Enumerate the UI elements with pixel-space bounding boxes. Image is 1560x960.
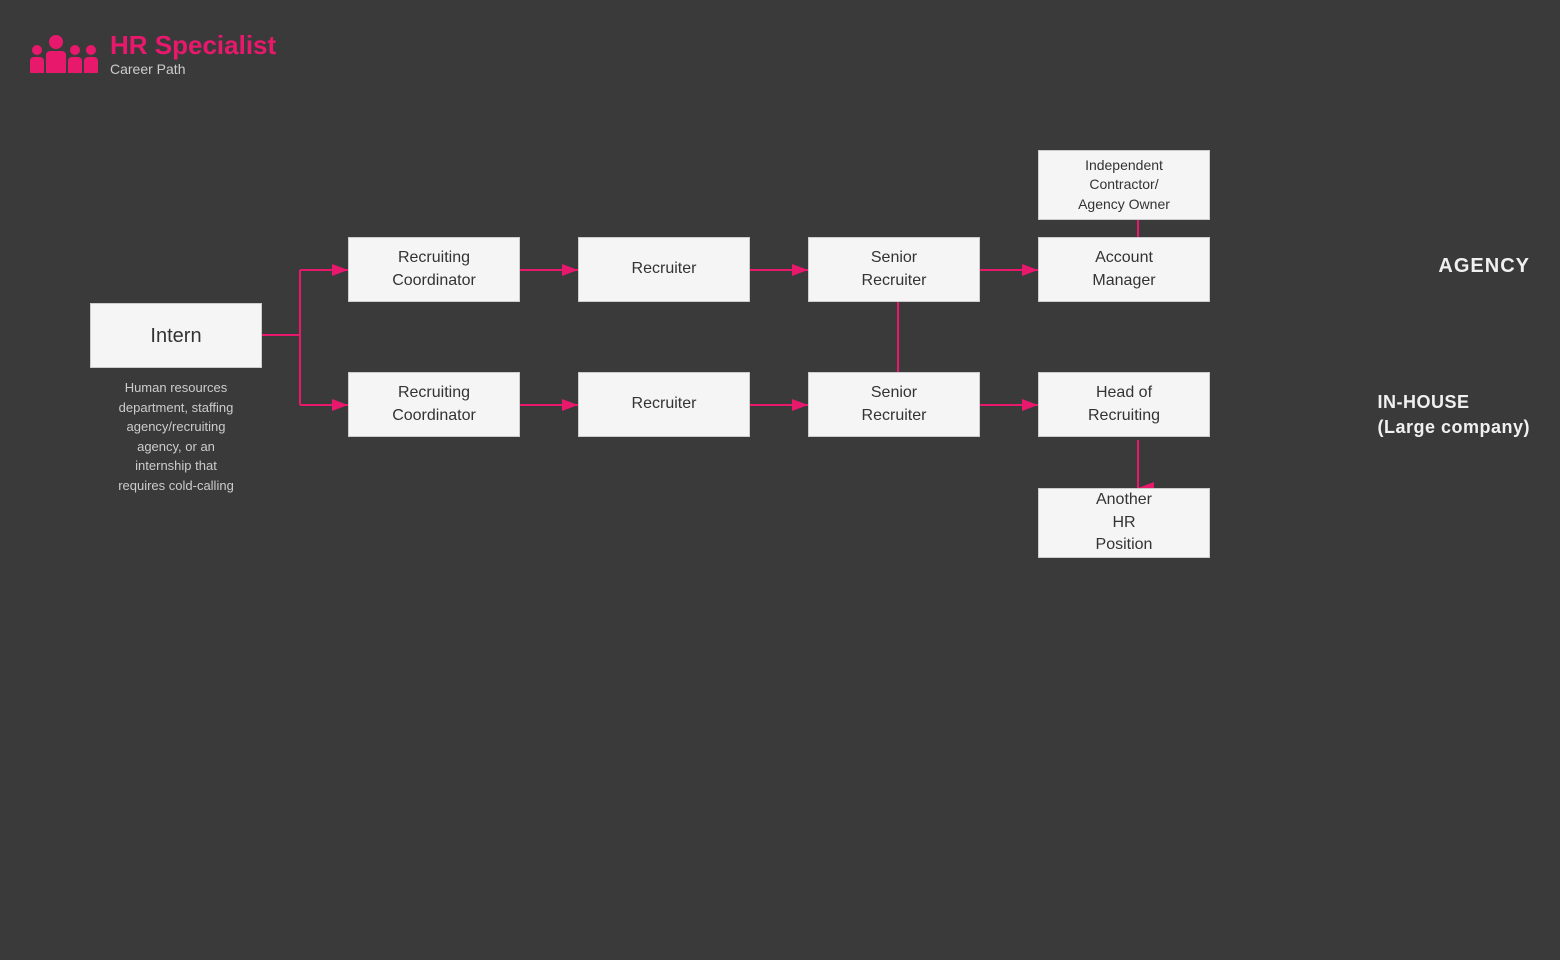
agency-label: AGENCY xyxy=(1438,255,1530,278)
account-manager-box: AccountManager xyxy=(1038,237,1210,302)
logo-icon xyxy=(30,35,98,73)
person-body-4 xyxy=(84,57,98,73)
person-body-1 xyxy=(30,57,44,73)
person-head-2 xyxy=(49,35,63,49)
person-figure-1 xyxy=(30,45,44,73)
person-head-3 xyxy=(70,45,80,55)
another-hr-position-box: AnotherHRPosition xyxy=(1038,488,1210,558)
recruiting-coord-bottom-box: RecruitingCoordinator xyxy=(348,372,520,437)
header-text: HR Specialist Career Path xyxy=(110,30,276,77)
person-figure-4 xyxy=(84,45,98,73)
person-body-2 xyxy=(46,51,66,73)
person-head-1 xyxy=(32,45,42,55)
person-figure-3 xyxy=(68,45,82,73)
career-path-diagram: Intern Human resourcesdepartment, staffi… xyxy=(30,140,1530,860)
recruiting-coord-top-box: RecruitingCoordinator xyxy=(348,237,520,302)
senior-recruiter-bottom-box: SeniorRecruiter xyxy=(808,372,980,437)
person-figure-2 xyxy=(46,35,66,73)
app-title: HR Specialist xyxy=(110,30,276,61)
header: HR Specialist Career Path xyxy=(30,30,276,77)
in-house-label: IN-HOUSE(Large company) xyxy=(1377,390,1530,440)
recruiter-top-box: Recruiter xyxy=(578,237,750,302)
person-body-3 xyxy=(68,57,82,73)
intern-description: Human resourcesdepartment, staffingagenc… xyxy=(68,378,284,495)
intern-box: Intern xyxy=(90,303,262,368)
app-subtitle: Career Path xyxy=(110,61,276,77)
senior-recruiter-top-box: SeniorRecruiter xyxy=(808,237,980,302)
independent-contractor-box: IndependentContractor/Agency Owner xyxy=(1038,150,1210,220)
recruiter-bottom-box: Recruiter xyxy=(578,372,750,437)
arrows-svg xyxy=(30,140,1530,860)
person-head-4 xyxy=(86,45,96,55)
head-of-recruiting-box: Head ofRecruiting xyxy=(1038,372,1210,437)
